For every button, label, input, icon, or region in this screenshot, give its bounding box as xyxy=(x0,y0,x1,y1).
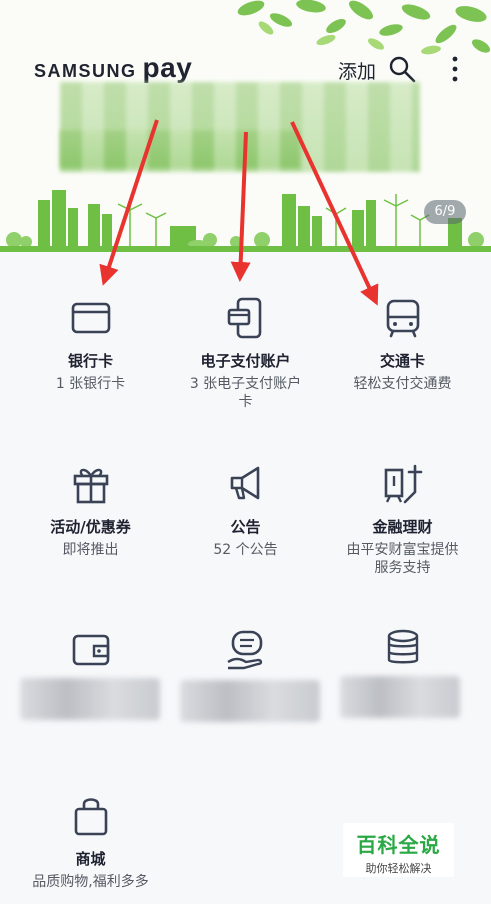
transit-card-subtitle: 轻松支付交通费 xyxy=(353,376,452,392)
announcements-title: 公告 xyxy=(230,518,261,536)
bank-card-title: 银行卡 xyxy=(67,352,113,370)
leaves-decoration xyxy=(237,0,491,55)
more-options-icon[interactable] xyxy=(446,54,464,84)
brand-samsung: SAMSUNG xyxy=(34,61,137,81)
baike-watermark: 百科全说 助你轻松解决 xyxy=(343,823,454,877)
megaphone-icon xyxy=(230,466,259,500)
mall-item[interactable]: 商城 品质购物,福利多多 xyxy=(9,794,172,891)
watermark-title: 百科全说 xyxy=(356,833,441,857)
bus-icon xyxy=(386,299,419,338)
announcements-item[interactable]: 公告 52 个公告 xyxy=(164,462,327,559)
watermark-subtitle: 助你轻松解决 xyxy=(365,862,432,875)
promo-banner[interactable]: SAMSUNG pay 添加 6/9 xyxy=(0,0,491,252)
e-payment-account-title: 电子支付账户 xyxy=(200,352,291,370)
transit-card-item[interactable]: 交通卡 轻松支付交通费 xyxy=(321,296,484,393)
promotions-coupons-title: 活动/优惠券 xyxy=(50,518,131,536)
hand-chat-icon xyxy=(226,630,262,670)
gift-icon xyxy=(73,468,108,504)
e-payment-account-icon xyxy=(227,297,261,339)
coin-stack-icon xyxy=(387,629,418,664)
page-indicator-badge: 6/9 xyxy=(424,200,466,224)
transit-card-title: 交通卡 xyxy=(379,352,425,370)
add-button[interactable]: 添加 xyxy=(338,57,376,84)
bank-card-subtitle: 1 张银行卡 xyxy=(55,376,126,392)
bank-card-item[interactable]: 银行卡 1 张银行卡 xyxy=(9,296,172,393)
green-city-illustration xyxy=(0,190,491,252)
redacted-label xyxy=(180,680,320,722)
bank-card-icon xyxy=(71,302,110,334)
mall-subtitle: 品质购物,福利多多 xyxy=(32,874,149,890)
brand-pay: pay xyxy=(142,52,193,83)
finance-item[interactable]: 金融理财 由平安财富宝提供服务支持 xyxy=(321,462,484,577)
wallet-icon xyxy=(72,634,109,666)
samsung-pay-logo: SAMSUNG pay xyxy=(34,52,192,84)
finance-subtitle: 由平安财富宝提供服务支持 xyxy=(346,542,459,576)
finance-chart-icon xyxy=(384,464,422,504)
e-payment-account-subtitle: 3 张电子支付账户卡 xyxy=(189,376,302,410)
redacted-label xyxy=(340,676,460,718)
finance-title: 金融理财 xyxy=(372,518,433,536)
mall-title: 商城 xyxy=(75,850,106,868)
blurred-banner-subtext xyxy=(60,130,300,168)
e-payment-account-item[interactable]: 电子支付账户 3 张电子支付账户卡 xyxy=(164,296,327,411)
promotions-coupons-item[interactable]: 活动/优惠券 即将推出 xyxy=(9,462,172,559)
promotions-coupons-subtitle: 即将推出 xyxy=(62,542,119,558)
announcements-subtitle: 52 个公告 xyxy=(213,542,278,558)
redacted-label xyxy=(20,678,160,720)
shopping-bag-icon xyxy=(74,798,107,836)
search-icon[interactable] xyxy=(388,55,416,83)
